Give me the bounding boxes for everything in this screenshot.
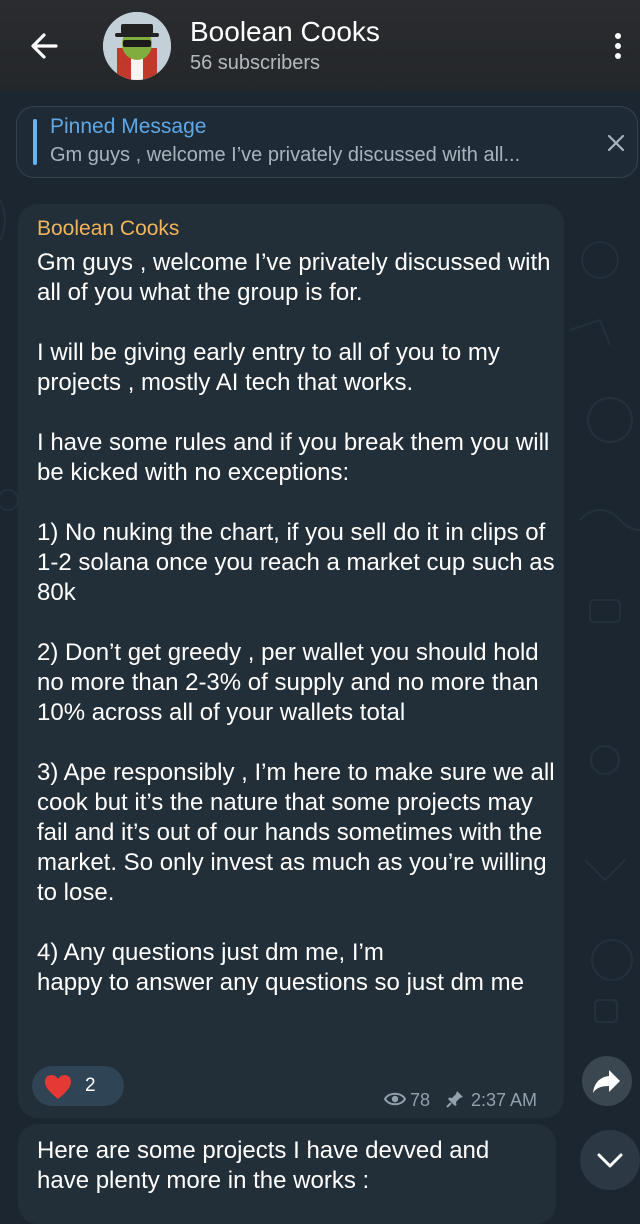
message-sender: Boolean Cooks: [37, 217, 180, 240]
forward-button[interactable]: [582, 1056, 632, 1106]
message-text: Here are some projects I have devved and…: [37, 1137, 496, 1194]
pinned-title: Pinned Message: [50, 115, 207, 138]
pinned-indicator: [33, 119, 37, 165]
chat-header: Boolean Cooks 56 subscribers: [0, 0, 640, 92]
reaction-heart-button[interactable]: 2: [32, 1066, 124, 1106]
back-button[interactable]: [22, 24, 66, 68]
message-bubble[interactable]: Here are some projects I have devved and…: [18, 1124, 556, 1224]
close-icon: [607, 134, 625, 152]
eye-icon: [384, 1092, 406, 1106]
chat-title[interactable]: Boolean Cooks: [190, 16, 380, 48]
scroll-down-button[interactable]: [580, 1130, 640, 1190]
pinned-message-bar[interactable]: Pinned Message Gm guys , welcome I’ve pr…: [16, 106, 638, 178]
pin-icon: [446, 1091, 463, 1108]
more-options-button[interactable]: [606, 26, 630, 66]
pinned-preview: Gm guys , welcome I’ve privately discuss…: [50, 144, 521, 166]
heart-icon: [45, 1075, 71, 1099]
subscriber-count: 56 subscribers: [190, 52, 321, 74]
arrow-left-icon: [31, 33, 58, 59]
message-time: 2:37 AM: [471, 1090, 538, 1110]
more-vertical-icon: [615, 33, 621, 59]
avatar[interactable]: [103, 12, 171, 80]
view-count: 78: [410, 1090, 431, 1110]
message-bubble[interactable]: Boolean Cooks Gm guys , welcome I’ve pri…: [18, 204, 564, 1118]
share-arrow-icon: [593, 1070, 620, 1093]
avatar-image: [103, 12, 171, 80]
chevron-down-icon: [597, 1153, 623, 1168]
pinned-close-button[interactable]: [604, 131, 628, 155]
message-text: Gm guys , welcome I’ve privately discuss…: [37, 249, 555, 996]
reaction-count: 2: [85, 1075, 96, 1096]
